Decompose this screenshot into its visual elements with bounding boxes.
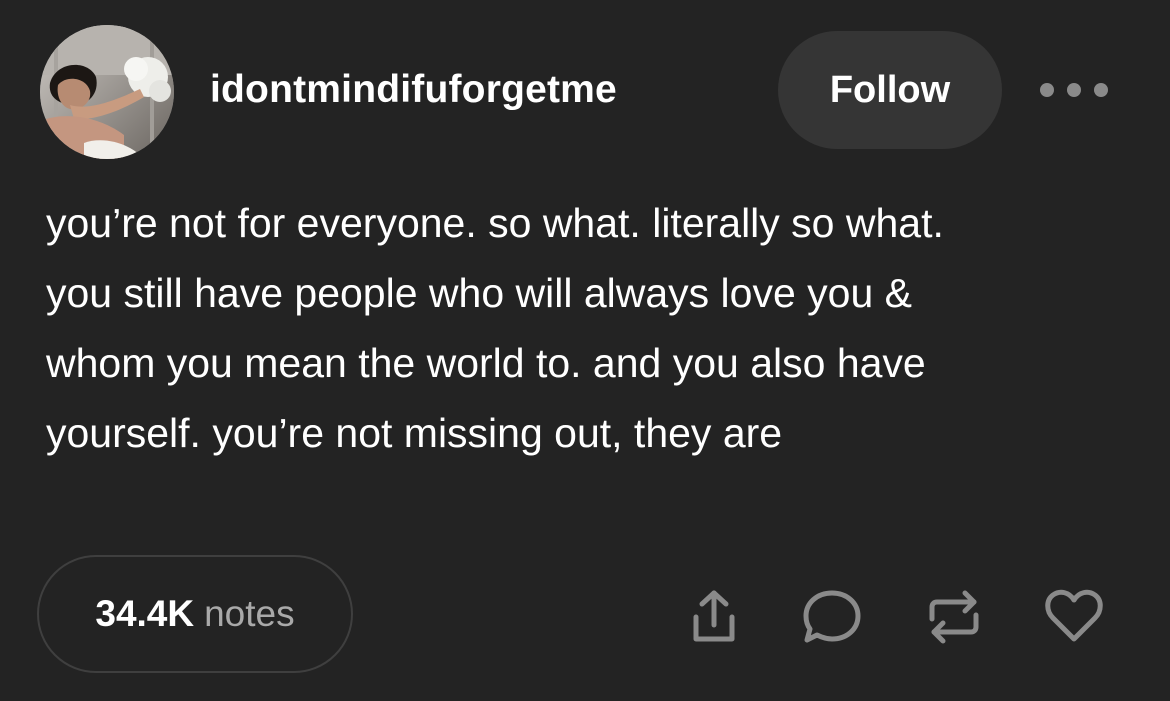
follow-button[interactable]: Follow [778, 31, 1002, 149]
more-dot [1040, 83, 1054, 97]
share-icon[interactable] [682, 585, 746, 649]
avatar-image [40, 25, 174, 159]
reblog-icon[interactable] [922, 585, 986, 649]
post-body-line: you still have people who will always lo… [46, 270, 913, 316]
notes-label: notes [204, 593, 295, 634]
more-dot [1067, 83, 1081, 97]
post-body-line: you’re not for everyone. so what. litera… [46, 200, 944, 246]
post-body: you’re not for everyone. so what. litera… [46, 188, 1146, 468]
more-dots-icon[interactable] [1040, 72, 1108, 108]
author-username[interactable]: idontmindifuforgetme [210, 66, 617, 114]
post-body-line: whom you mean the world to. and you also… [46, 340, 926, 386]
notes-button[interactable]: 34.4K notes [37, 555, 353, 673]
post-card: idontmindifuforgetme Follow you’re not f… [0, 0, 1170, 701]
heart-icon[interactable] [1042, 585, 1106, 649]
more-dot [1094, 83, 1108, 97]
notes-count: 34.4K [95, 593, 195, 634]
comment-icon[interactable] [800, 585, 864, 649]
avatar[interactable] [40, 25, 174, 159]
post-body-line: yourself. you’re not missing out, they a… [46, 410, 783, 456]
